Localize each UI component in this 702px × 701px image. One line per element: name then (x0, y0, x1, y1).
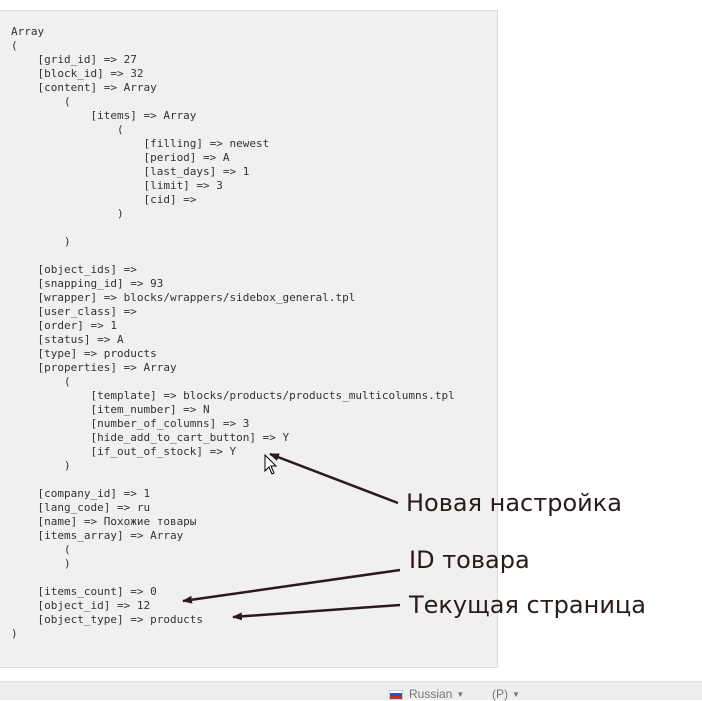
annotation-product-id: ID товара (409, 546, 530, 574)
mouse-cursor-icon (264, 453, 278, 480)
dump-line: [number_of_columns] => 3 (11, 417, 250, 430)
footer-bar: Russian ▼ (P) ▼ (0, 681, 702, 701)
dump-line: ) (11, 207, 124, 220)
dump-line: ( (11, 123, 124, 136)
dump-line: [filling] => newest (11, 137, 270, 150)
dump-line: ) (11, 627, 18, 640)
dump-line: [if_out_of_stock] => Y (11, 445, 237, 458)
dump-line: [status] => A (11, 333, 124, 346)
dump-line: ( (11, 375, 71, 388)
dump-line: [last_days] => 1 (11, 165, 250, 178)
dump-line: [grid_id] => 27 (11, 53, 137, 66)
dump-line: [type] => products (11, 347, 157, 360)
dump-line (11, 221, 455, 235)
language-selector[interactable]: Russian ▼ (389, 687, 464, 701)
dump-line: ( (11, 543, 71, 556)
dump-line: [object_type] => products (11, 613, 204, 626)
account-label: (P) (492, 687, 508, 701)
annotation-current-page: Текущая страница (409, 591, 646, 619)
dump-line: [limit] => 3 (11, 179, 223, 192)
dump-line (11, 571, 455, 585)
print-r-output: Array( [grid_id] => 27 [block_id] => 32 … (11, 25, 455, 641)
dump-line: [company_id] => 1 (11, 487, 151, 500)
dump-line (11, 249, 455, 263)
dump-line: [order] => 1 (11, 319, 117, 332)
dump-line: [object_id] => 12 (11, 599, 151, 612)
dump-line: [block_id] => 32 (11, 67, 144, 80)
dump-line: [cid] => (11, 193, 197, 206)
caret-down-icon: ▼ (512, 690, 520, 699)
dump-line: [items_array] => Array (11, 529, 184, 542)
dump-line: [name] => Похожие товары (11, 515, 197, 528)
annotation-new-setting: Новая настройка (406, 489, 622, 517)
dump-line (11, 473, 455, 487)
dump-line: ) (11, 459, 71, 472)
dump-line: [wrapper] => blocks/wrappers/sidebox_gen… (11, 291, 356, 304)
dump-line: ( (11, 39, 18, 52)
dump-line: [items_count] => 0 (11, 585, 157, 598)
dump-line: [period] => A (11, 151, 230, 164)
dump-line: [content] => Array (11, 81, 157, 94)
dump-line: [user_class] => (11, 305, 137, 318)
account-selector[interactable]: (P) ▼ (492, 687, 520, 701)
dump-line: [properties] => Array (11, 361, 177, 374)
dump-line: [object_ids] => (11, 263, 137, 276)
dump-line: [snapping_id] => 93 (11, 277, 164, 290)
dump-line: [item_number] => N (11, 403, 210, 416)
dump-line: ) (11, 557, 71, 570)
dump-line: [lang_code] => ru (11, 501, 151, 514)
dump-line: [hide_add_to_cart_button] => Y (11, 431, 290, 444)
dump-line: Array (11, 25, 45, 38)
russia-flag-icon (389, 689, 403, 700)
dump-line: ) (11, 235, 71, 248)
dump-line: ( (11, 95, 71, 108)
dump-line: [items] => Array (11, 109, 197, 122)
language-label: Russian (409, 687, 453, 701)
dump-line: [template] => blocks/products/products_m… (11, 389, 455, 402)
caret-down-icon: ▼ (456, 690, 465, 699)
